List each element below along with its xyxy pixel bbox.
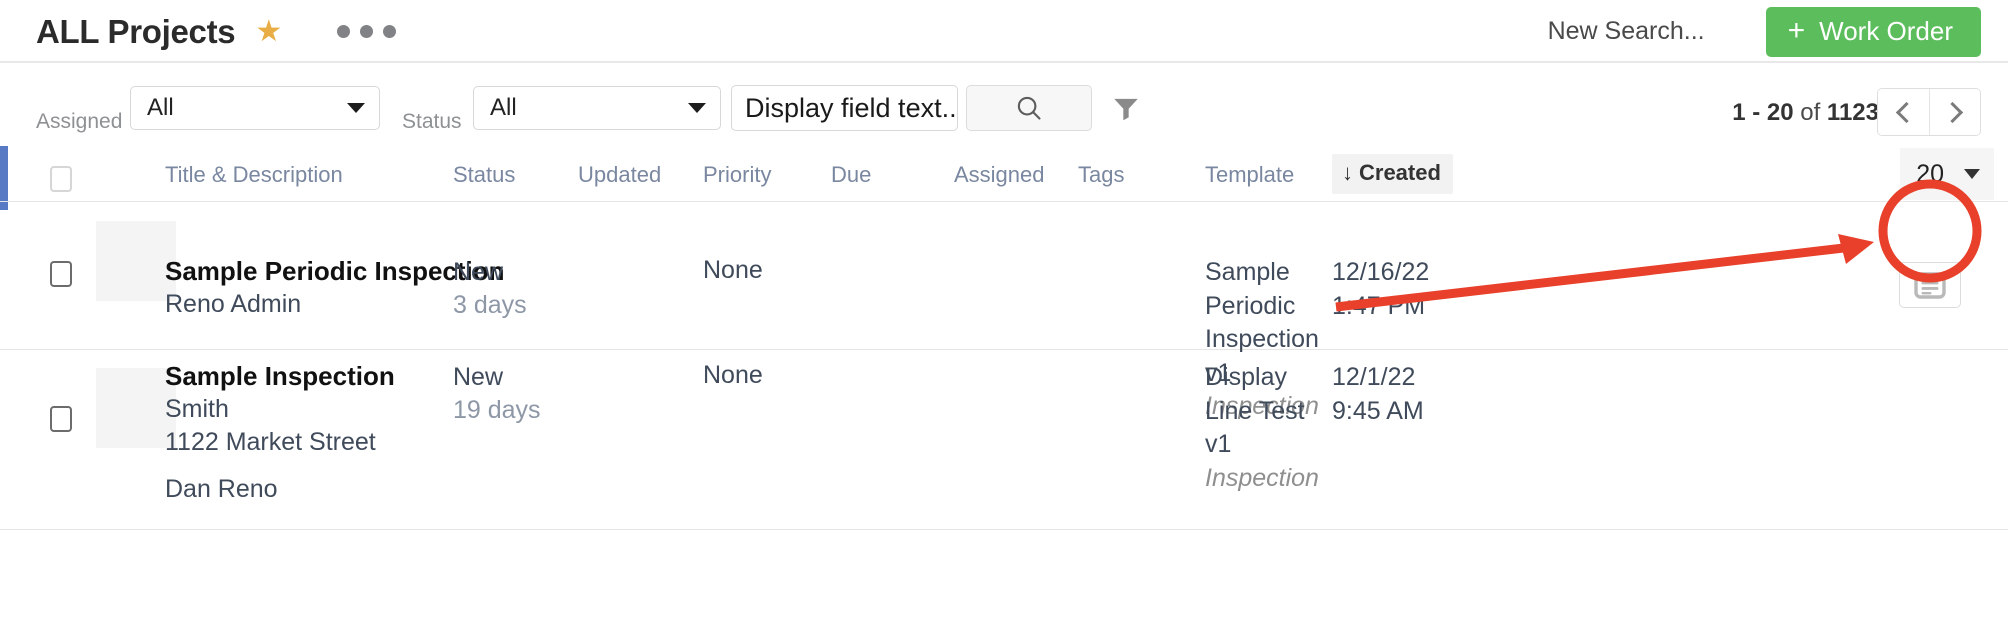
column-header-status[interactable]: Status [453, 162, 515, 188]
star-icon[interactable]: ★ [255, 16, 282, 47]
sort-descending-icon: ↓ [1342, 160, 1353, 185]
table-row[interactable]: Sample Periodic Inspection Reno Admin Ne… [0, 202, 2008, 420]
row-created: 12/1/22 9:45 AM [1332, 363, 1424, 425]
row-status-cell: New 19 days [453, 361, 541, 426]
pagination-controls [1877, 88, 1981, 136]
assigned-filter-label: Assigned [36, 110, 123, 133]
ellipsis-icon[interactable] [337, 25, 397, 38]
assigned-filter-value: All [147, 94, 174, 121]
pagination-summary: 1 - 20 of 1123 [1732, 99, 1879, 127]
row-priority: None [703, 361, 763, 389]
funnel-icon [1114, 98, 1138, 121]
column-header-updated[interactable]: Updated [578, 162, 661, 188]
column-header-due[interactable]: Due [831, 162, 871, 188]
table-row[interactable]: Sample Inspection Smith 1122 Market Stre… [0, 350, 2008, 530]
chevron-down-icon [347, 103, 365, 113]
row-status-cell: New 3 days [453, 256, 527, 321]
row-priority: None [703, 256, 763, 284]
status-filter-label: Status [402, 110, 462, 133]
display-field-value: Display field text.. [745, 92, 957, 123]
status-filter-value: All [490, 94, 517, 121]
row-notes-button[interactable] [1899, 262, 1961, 308]
column-header-assigned[interactable]: Assigned [954, 162, 1045, 188]
row-template-cell: Display Line Test v1 Inspection [1205, 361, 1323, 495]
column-header-priority[interactable]: Priority [703, 162, 771, 188]
chevron-left-icon [1895, 101, 1917, 123]
column-header-created-label: Created [1359, 160, 1441, 185]
page-header: ALL Projects ★ New Search... + Work Orde… [0, 0, 2008, 63]
add-work-order-label: Work Order [1819, 16, 1953, 46]
display-field-input[interactable]: Display field text.. [731, 85, 958, 131]
row-status-age: 19 days [453, 395, 541, 424]
projects-table: Title & Description Status Updated Prior… [0, 148, 2008, 530]
page-size-select[interactable]: 20 [1900, 148, 1994, 200]
search-icon [1017, 96, 1041, 120]
row-created: 12/16/22 1:47 PM [1332, 258, 1430, 320]
projects-list-screen: ALL Projects ★ New Search... + Work Orde… [0, 0, 2008, 628]
row-thumbnail [96, 221, 176, 301]
row-status: New [453, 258, 504, 286]
column-header-created[interactable]: ↓ Created [1332, 154, 1453, 194]
search-button[interactable] [966, 85, 1092, 131]
row-description-line: 1122 Market Street [165, 428, 376, 457]
row-select-checkbox[interactable] [50, 261, 72, 287]
chevron-down-icon [688, 103, 706, 113]
column-header-template[interactable]: Template [1205, 162, 1294, 188]
row-template-name: Display Line Test v1 [1205, 363, 1305, 458]
select-all-checkbox[interactable] [50, 166, 72, 192]
status-filter-select[interactable]: All [473, 86, 721, 130]
new-search-link[interactable]: New Search... [1548, 17, 1705, 46]
row-template-type: Inspection [1205, 463, 1319, 492]
assigned-filter-select[interactable]: All [130, 86, 380, 130]
row-select-checkbox[interactable] [50, 406, 72, 432]
page-title: ALL Projects [36, 12, 236, 50]
page-size-value: 20 [1916, 159, 1944, 188]
row-status-age: 3 days [453, 290, 527, 319]
header-right-group: New Search... + Work Order [1548, 0, 1981, 63]
table-header-row: Title & Description Status Updated Prior… [0, 148, 2008, 202]
add-work-order-button[interactable]: + Work Order [1765, 6, 1981, 57]
row-title: Sample Inspection [165, 361, 395, 391]
column-header-title[interactable]: Title & Description [165, 162, 343, 188]
plus-icon: + [1787, 13, 1806, 47]
chevron-down-icon [1964, 169, 1980, 179]
previous-page-button[interactable] [1878, 89, 1929, 135]
pagination-total: 1123 [1826, 99, 1879, 126]
pagination-of: of [1800, 99, 1821, 126]
notes-icon [1914, 271, 1946, 299]
filter-toolbar: Assigned All Status All Display field te… [0, 63, 2008, 148]
filter-button[interactable] [1102, 85, 1150, 131]
header-left-group: ALL Projects ★ [36, 0, 397, 63]
next-page-button[interactable] [1929, 89, 1980, 135]
row-status: New [453, 363, 504, 391]
pagination-range: 1 - 20 [1732, 99, 1794, 126]
chevron-right-icon [1941, 101, 1964, 123]
row-description-line: Smith [165, 395, 229, 424]
row-description-line: Dan Reno [165, 475, 278, 504]
row-thumbnail [96, 368, 176, 448]
column-header-tags[interactable]: Tags [1078, 162, 1124, 188]
row-title-cell: Sample Inspection Smith 1122 Market Stre… [165, 360, 395, 506]
